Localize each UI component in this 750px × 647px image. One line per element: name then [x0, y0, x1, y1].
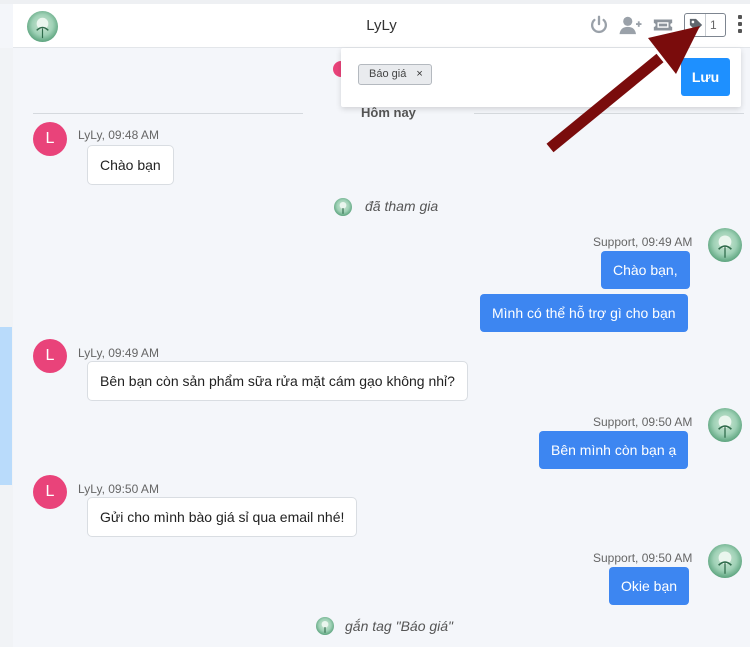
message-bubble-outgoing: Okie bạn [609, 567, 690, 605]
message-bubble-outgoing: Bên mình còn bạn ạ [539, 431, 689, 469]
message-bubble-incoming: Bên bạn còn sản phẩm sữa rửa mặt cám gạo… [87, 361, 468, 401]
day-separator-label: Hôm nay [361, 105, 416, 120]
agent-avatar-small [334, 198, 352, 216]
agent-avatar[interactable] [708, 228, 742, 262]
message-bubble-outgoing: Mình có thể hỗ trợ gì cho bạn [480, 294, 688, 332]
message-meta: LyLy, 09:48 AM [78, 128, 159, 142]
customer-avatar[interactable]: L [33, 122, 67, 156]
system-message: gắn tag "Báo giá" [345, 618, 454, 634]
annotation-arrow [546, 26, 700, 153]
customer-avatar[interactable]: L [33, 475, 67, 509]
message-meta: LyLy, 09:50 AM [78, 482, 159, 496]
agent-avatar[interactable] [708, 408, 742, 442]
message-meta: Support, 09:50 AM [593, 415, 693, 429]
remove-tag-icon[interactable]: × [416, 68, 422, 80]
message-meta: Support, 09:50 AM [593, 551, 693, 565]
system-message: đã tham gia [365, 198, 439, 214]
tag-count: 1 [710, 18, 717, 32]
agent-avatar[interactable] [708, 544, 742, 578]
message-bubble-incoming: Chào bạn [87, 145, 174, 185]
tag-chip-label: Báo giá [369, 68, 407, 80]
agent-avatar-small [316, 617, 334, 635]
day-divider-left [33, 113, 303, 114]
tag-chip[interactable]: Báo giá × [358, 64, 432, 85]
message-bubble-outgoing: Chào bạn, [601, 251, 690, 289]
message-meta: LyLy, 09:49 AM [78, 346, 159, 360]
scroll-indicator[interactable] [0, 327, 12, 485]
message-meta: Support, 09:49 AM [593, 235, 693, 249]
more-vertical-icon[interactable] [737, 15, 743, 37]
customer-avatar[interactable]: L [33, 339, 67, 373]
message-bubble-incoming: Gửi cho mình bào giá sỉ qua email nhé! [87, 497, 358, 537]
